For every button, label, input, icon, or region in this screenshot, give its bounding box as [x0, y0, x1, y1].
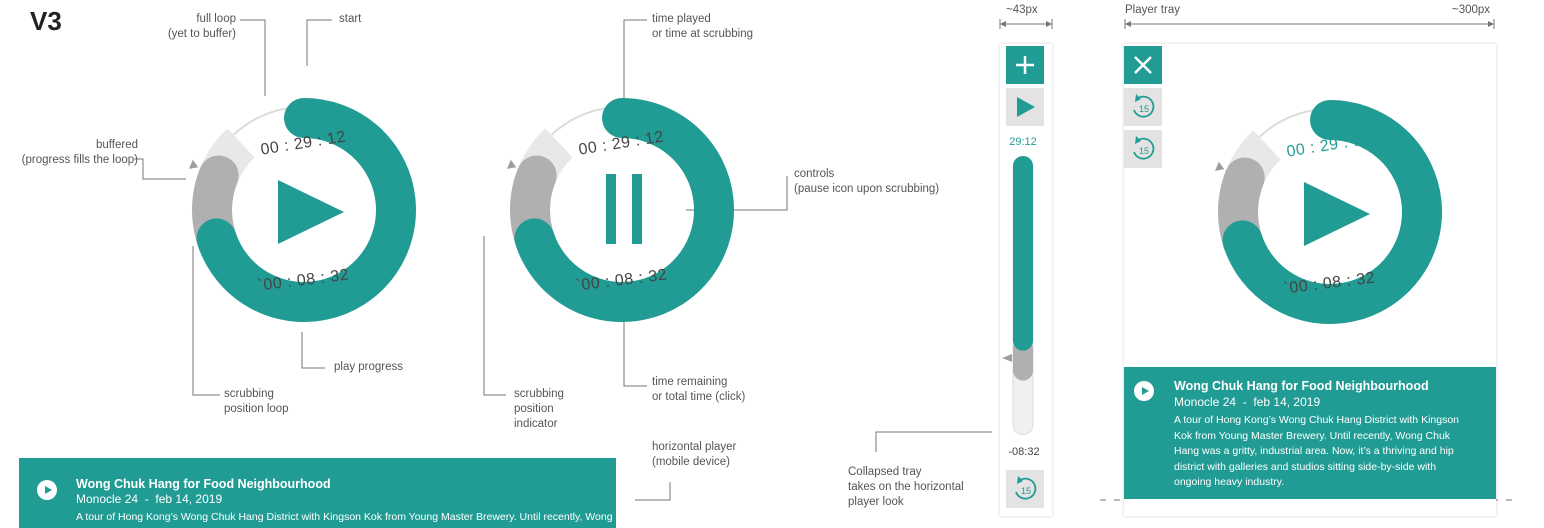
collapsed-tray: 29:12 -08:32 15	[1000, 44, 1052, 516]
skip-forward-button[interactable]: 15	[1124, 130, 1162, 168]
svg-text:15: 15	[1139, 146, 1149, 156]
circular-player-play[interactable]: 00 : 29 : 12 `00 : 08 : 32	[164, 72, 444, 352]
pause-icon-left-bar[interactable]	[606, 174, 616, 244]
horizontal-episode-description: A tour of Hong Kong’s Wong Chuk Hang Dis…	[76, 511, 616, 523]
episode-play-button[interactable]	[1134, 381, 1154, 401]
annotation-width-300: ~300px	[1452, 4, 1491, 16]
expand-tray-button[interactable]	[1006, 46, 1044, 84]
scrubbing-indicator[interactable]	[189, 159, 199, 169]
skip-back-15-icon: 15	[1015, 476, 1037, 500]
annotation-collapsed-tray: Collapsed tray takes on the horizontal p…	[848, 466, 964, 508]
play-icon	[1017, 97, 1035, 117]
vertical-scrub-indicator[interactable]	[1002, 352, 1014, 364]
svg-text:15: 15	[1021, 486, 1031, 496]
annotation-time-played: time played or time at scrubbing	[652, 13, 753, 40]
annotation-scrubbing-loop: scrubbing position loop	[224, 388, 289, 415]
vertical-progress-bar[interactable]	[1012, 156, 1036, 436]
horizontal-player-card[interactable]: Wong Chuk Hang for Food Neighbourhood Mo…	[19, 458, 616, 528]
scrubbing-indicator[interactable]	[1215, 161, 1225, 171]
annotation-horizontal-player: horizontal player (mobile device)	[652, 441, 737, 468]
annotation-play-progress: play progress	[334, 361, 404, 373]
player-tray: 15 15 00 : 29 : 12 `00 : 08 : 32 Wong Ch…	[1124, 44, 1496, 516]
annotation-start: start	[339, 13, 362, 25]
annotation-controls: controls (pause icon upon scrubbing)	[794, 168, 940, 195]
annotation-time-remaining: time remaining or total time (click)	[652, 376, 746, 403]
plus-icon	[1016, 56, 1034, 74]
play-icon	[1142, 387, 1149, 395]
scrubbing-indicator[interactable]	[507, 159, 517, 169]
horizontal-episode-title[interactable]: Wong Chuk Hang for Food Neighbourhood	[76, 477, 331, 491]
tray-circular-player[interactable]: 00 : 29 : 12 `00 : 08 : 32	[1190, 72, 1470, 352]
collapsed-time-played: 29:12	[1009, 136, 1037, 148]
episode-meta: Monocle 24 - feb 14, 2019	[1174, 395, 1321, 409]
circular-player-pause[interactable]: 00 : 29 : 12 `00 : 08 : 32	[482, 72, 762, 352]
horizontal-play-button[interactable]	[37, 480, 57, 500]
svg-text:15: 15	[1139, 104, 1149, 114]
skip-back-button[interactable]: 15	[1124, 88, 1162, 126]
horizontal-episode-meta: Monocle 24 - feb 14, 2019	[76, 492, 223, 506]
close-icon	[1134, 56, 1152, 74]
collapsed-play-button[interactable]	[1006, 88, 1044, 126]
play-icon	[45, 486, 52, 494]
skip-back-15-icon: 15	[1133, 94, 1155, 118]
annotation-width-43: ~43px	[1006, 4, 1038, 16]
play-icon[interactable]	[1304, 182, 1370, 246]
skip-15-icon: 15	[1133, 136, 1155, 160]
episode-title[interactable]: Wong Chuk Hang for Food Neighbourhood	[1174, 379, 1429, 393]
tray-episode-card[interactable]: Wong Chuk Hang for Food Neighbourhood Mo…	[1124, 367, 1496, 499]
pause-icon-right-bar[interactable]	[632, 174, 642, 244]
annotation-buffered: buffered (progress fills the loop)	[21, 139, 138, 166]
annotation-scrubbing-indicator: scrubbing position indicator	[514, 388, 564, 430]
annotation-full-loop: full loop (yet to buffer)	[167, 13, 236, 40]
collapsed-skip-back-button[interactable]: 15	[1006, 470, 1044, 508]
episode-description: A tour of Hong Kong’s Wong Chuk Hang Dis…	[1174, 414, 1460, 488]
vertical-progress-fill	[1013, 156, 1033, 351]
play-icon[interactable]	[278, 180, 344, 244]
annotation-player-tray: Player tray	[1125, 4, 1180, 16]
collapsed-time-remaining: -08:32	[1008, 446, 1040, 458]
close-tray-button[interactable]	[1124, 46, 1162, 84]
